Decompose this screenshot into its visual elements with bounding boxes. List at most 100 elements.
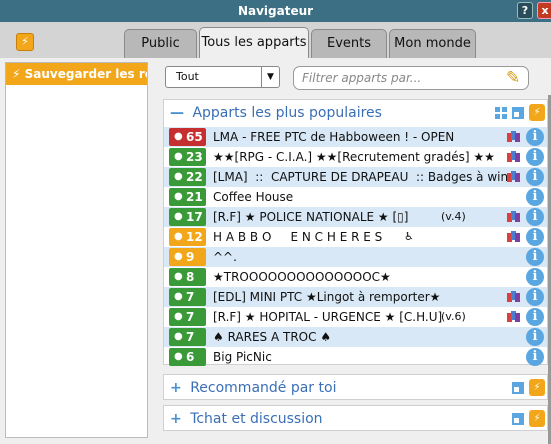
person-icon: ● <box>174 331 183 342</box>
help-button[interactable]: ? <box>517 2 533 19</box>
navigator-window: Navigateur ? x ⚡ Public Tous les apparts… <box>0 0 551 444</box>
filter-dropdown[interactable]: Tout ▼ <box>165 66 280 88</box>
expand-icon: + <box>170 380 182 396</box>
person-icon: ● <box>174 131 183 142</box>
bolt-icon[interactable]: ⚡ <box>529 104 545 121</box>
info-icon[interactable]: i <box>526 268 544 286</box>
user-count: 8 <box>186 270 195 284</box>
tab-public[interactable]: Public <box>124 29 197 58</box>
tab-mon-monde[interactable]: Mon monde <box>389 29 476 58</box>
person-icon: ● <box>174 251 183 262</box>
user-count-badge: ● 22 <box>169 168 206 186</box>
filter-selected-value: Tout <box>176 70 199 83</box>
title-bar[interactable]: Navigateur ? x <box>0 0 551 22</box>
user-count-badge: ● 12 <box>169 228 206 246</box>
group-icon <box>507 291 520 302</box>
info-icon[interactable]: i <box>526 348 544 366</box>
section-header-recommended[interactable]: + Recommandé par toi <box>170 375 336 401</box>
user-count-badge: ● 9 <box>169 248 206 266</box>
room-name: [LMA] :: CAPTURE DE DRAPEAU :: Badges à … <box>213 170 509 184</box>
person-icon: ● <box>174 231 183 242</box>
list-view-icon[interactable] <box>512 107 524 119</box>
group-icon <box>507 131 520 142</box>
room-row[interactable]: ● 7 ♠ RARES A TROC ♠ i <box>164 327 547 347</box>
room-name: Big PicNic <box>213 350 272 364</box>
user-count: 22 <box>186 170 203 184</box>
person-icon: ● <box>174 271 183 282</box>
room-row[interactable]: ● 12 H A B B O E N C H E R E S ♿ i <box>164 227 547 247</box>
section-header-popular[interactable]: — Apparts les plus populaires <box>170 100 382 126</box>
info-icon[interactable]: i <box>526 188 544 206</box>
info-icon[interactable]: i <box>526 308 544 326</box>
user-count: 21 <box>186 190 203 204</box>
search-input[interactable]: Filtrer apparts par... <box>293 66 529 90</box>
info-icon[interactable]: i <box>526 168 544 186</box>
info-icon[interactable]: i <box>526 288 544 306</box>
user-count: 9 <box>186 250 195 264</box>
list-view-icon[interactable] <box>512 413 524 425</box>
person-icon: ● <box>174 311 183 322</box>
user-count: 12 <box>186 230 203 244</box>
chat-section: + Tchat et discussion ⚡ <box>163 405 548 431</box>
room-name: ^^. <box>213 250 237 264</box>
room-row[interactable]: ● 8 ★TROOOOOOOOOOOOOOC★ i <box>164 267 547 287</box>
group-icon <box>507 211 520 222</box>
room-row[interactable]: ● 23 ★★[RPG - C.I.A.] ★★[Recrutement gradé… <box>164 147 547 167</box>
group-icon <box>507 151 520 162</box>
group-icon <box>507 171 520 182</box>
room-name: H A B B O E N C H E R E S <box>213 230 383 244</box>
section-title: Apparts les plus populaires <box>192 105 382 121</box>
person-icon: ● <box>174 191 183 202</box>
tab-events[interactable]: Events <box>311 29 387 58</box>
room-name: LMA - FREE PTC de Habboween ! - OPEN <box>213 130 455 144</box>
user-count-badge: ● 23 <box>169 148 206 166</box>
save-searches-label: Sauvegarder les recherches <box>24 67 147 81</box>
info-icon[interactable]: i <box>526 228 544 246</box>
room-row[interactable]: ● 65 LMA - FREE PTC de Habboween ! - OPEN i <box>164 127 547 147</box>
group-icon <box>507 231 520 242</box>
user-count-badge: ● 7 <box>169 308 206 326</box>
room-row[interactable]: ● 7 [R.F] ★ HOPITAL - URGENCE ★ [C.H.U] (v.… <box>164 307 547 327</box>
user-count-badge: ● 6 <box>169 348 206 366</box>
section-header-chat[interactable]: + Tchat et discussion <box>170 406 323 432</box>
info-icon[interactable]: i <box>526 248 544 266</box>
info-icon[interactable]: i <box>526 128 544 146</box>
save-searches-button[interactable]: ⚡ Sauvegarder les recherches <box>6 63 147 85</box>
person-icon: ● <box>174 211 183 222</box>
user-count-badge: ● 17 <box>169 208 206 226</box>
user-count: 65 <box>186 130 203 144</box>
user-count-badge: ● 7 <box>169 288 206 306</box>
room-name: Coffee House <box>213 190 294 204</box>
person-icon: ● <box>174 151 183 162</box>
room-row[interactable]: ● 9 ^^. i <box>164 247 547 267</box>
list-view-icon[interactable] <box>512 382 524 394</box>
room-row[interactable]: ● 22 [LMA] :: CAPTURE DE DRAPEAU :: Badges… <box>164 167 547 187</box>
room-row[interactable]: ● 7 [EDL] MINI PTC ★Lingot à remporter★ i <box>164 287 547 307</box>
bolt-icon[interactable]: ⚡ <box>529 410 545 427</box>
room-row[interactable]: ● 21 Coffee House i <box>164 187 547 207</box>
chevron-down-icon: ▼ <box>261 67 279 87</box>
user-count: 6 <box>186 350 195 364</box>
tab-tous-les-apparts[interactable]: Tous les apparts <box>199 27 309 58</box>
user-count: 7 <box>186 290 195 304</box>
close-button[interactable]: x <box>537 2 551 19</box>
info-icon[interactable]: i <box>526 208 544 226</box>
user-count: 17 <box>186 210 203 224</box>
info-icon[interactable]: i <box>526 328 544 346</box>
recommended-section: + Recommandé par toi ⚡ <box>163 374 548 400</box>
pencil-icon[interactable]: ✎ <box>506 68 520 88</box>
info-icon[interactable]: i <box>526 148 544 166</box>
user-count: 7 <box>186 330 195 344</box>
room-row[interactable]: ● 17 [R.F] ★ POLICE NATIONALE ★ [▯] (v.4) i <box>164 207 547 227</box>
room-extra: (v.4) <box>441 210 466 223</box>
expand-icon: + <box>170 411 182 427</box>
section-title: Tchat et discussion <box>190 411 323 427</box>
room-name: ♠ RARES A TROC ♠ <box>213 330 332 344</box>
room-name: ★TROOOOOOOOOOOOOOC★ <box>213 270 391 284</box>
grid-view-icon[interactable] <box>495 107 507 119</box>
room-extra: (v.6) <box>441 310 466 323</box>
bolt-icon[interactable]: ⚡ <box>529 379 545 396</box>
room-row[interactable]: ● 6 Big PicNic i <box>164 347 547 367</box>
room-name: [R.F] ★ HOPITAL - URGENCE ★ [C.H.U] <box>213 310 443 324</box>
bolt-icon[interactable]: ⚡ <box>16 33 34 51</box>
